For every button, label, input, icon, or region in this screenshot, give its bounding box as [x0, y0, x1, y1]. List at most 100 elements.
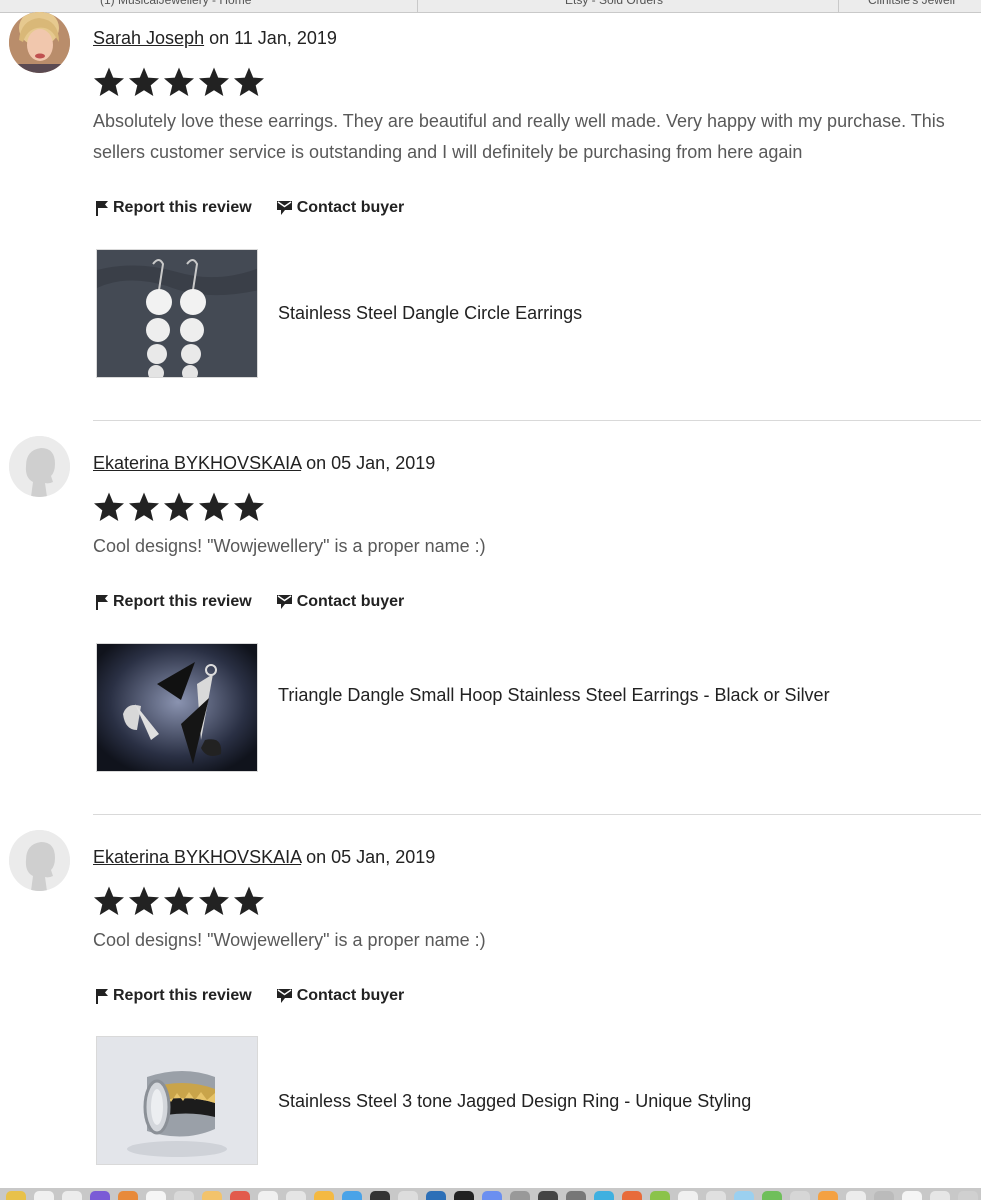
dock-app-icon[interactable]: [90, 1191, 110, 1200]
dock-app-icon[interactable]: [482, 1191, 502, 1200]
product-image-link[interactable]: [96, 1036, 258, 1165]
star-icon: [94, 67, 124, 96]
browser-tab[interactable]: (1) MusicalJewellery - Home: [100, 0, 400, 12]
dock-app-icon[interactable]: [734, 1191, 754, 1200]
dock-app-icon[interactable]: [510, 1191, 530, 1200]
star-rating: [93, 885, 265, 917]
product-image-link[interactable]: [96, 249, 258, 378]
flag-icon: [96, 989, 108, 1004]
dock-app-icon[interactable]: [174, 1191, 194, 1200]
contact-buyer-button[interactable]: Contact buyer: [276, 593, 405, 611]
star-icon: [164, 886, 194, 915]
dock-app-icon[interactable]: [146, 1191, 166, 1200]
dock-app-icon[interactable]: [426, 1191, 446, 1200]
review-actions: Report this review Contact buyer: [95, 987, 428, 1005]
avatar[interactable]: [9, 12, 70, 73]
dock-app-icon[interactable]: [958, 1191, 978, 1200]
default-avatar-icon: [9, 830, 70, 891]
report-review-label: Report this review: [113, 593, 252, 610]
dock-app-icon[interactable]: [286, 1191, 306, 1200]
star-icon: [129, 492, 159, 521]
report-review-label: Report this review: [113, 987, 252, 1004]
dock-app-icon[interactable]: [566, 1191, 586, 1200]
dock-app-icon[interactable]: [258, 1191, 278, 1200]
review-actions: Report this review Contact buyer: [95, 199, 428, 217]
review-text: Absolutely love these earrings. They are…: [93, 111, 945, 162]
contact-buyer-button[interactable]: Contact buyer: [276, 199, 405, 217]
reviewer-line: Ekaterina BYKHOVSKAIA on 05 Jan, 2019: [93, 453, 435, 474]
star-icon: [164, 67, 194, 96]
star-icon: [164, 492, 194, 521]
user-photo-icon: [9, 12, 70, 73]
star-icon: [199, 67, 229, 96]
dock-app-icon[interactable]: [314, 1191, 334, 1200]
dock-app-icon[interactable]: [34, 1191, 54, 1200]
dock-app-icon[interactable]: [678, 1191, 698, 1200]
review-date: on 05 Jan, 2019: [306, 453, 436, 473]
browser-tab[interactable]: Clinitsie's Jewell: [868, 0, 981, 12]
dock-app-icon[interactable]: [706, 1191, 726, 1200]
dock-app-icon[interactable]: [538, 1191, 558, 1200]
review-actions: Report this review Contact buyer: [95, 593, 428, 611]
contact-buyer-label: Contact buyer: [296, 593, 405, 610]
flag-icon: [96, 201, 108, 216]
reviewer-name-link[interactable]: Ekaterina BYKHOVSKAIA: [93, 453, 301, 473]
dock-app-icon[interactable]: [762, 1191, 782, 1200]
product-image-link[interactable]: [96, 643, 258, 772]
review-text: Cool designs! "Wowjewellery" is a proper…: [93, 536, 486, 556]
dock-app-icon[interactable]: [6, 1191, 26, 1200]
message-icon: [276, 201, 292, 215]
dock-app-icon[interactable]: [62, 1191, 82, 1200]
dock-app-icon[interactable]: [454, 1191, 474, 1200]
star-icon: [234, 492, 264, 521]
star-icon: [234, 886, 264, 915]
dock-app-icon[interactable]: [818, 1191, 838, 1200]
reviewer-name-link[interactable]: Sarah Joseph: [93, 28, 204, 48]
contact-buyer-button[interactable]: Contact buyer: [276, 987, 405, 1005]
dock-app-icon[interactable]: [370, 1191, 390, 1200]
star-icon: [94, 492, 124, 521]
report-review-label: Report this review: [113, 199, 252, 216]
contact-buyer-label: Contact buyer: [296, 199, 405, 216]
report-review-button[interactable]: Report this review: [95, 199, 252, 217]
report-review-button[interactable]: Report this review: [95, 593, 252, 611]
dock-app-icon[interactable]: [118, 1191, 138, 1200]
avatar[interactable]: [9, 436, 70, 497]
review-date: on 11 Jan, 2019: [209, 28, 337, 48]
ring-photo-icon: [97, 1037, 257, 1164]
dock-app-icon[interactable]: [594, 1191, 614, 1200]
star-icon: [199, 886, 229, 915]
dock-app-icon[interactable]: [342, 1191, 362, 1200]
dock-app-icon[interactable]: [622, 1191, 642, 1200]
dock-app-icon[interactable]: [230, 1191, 250, 1200]
star-rating: [93, 66, 265, 98]
reviewer-line: Ekaterina BYKHOVSKAIA on 05 Jan, 2019: [93, 847, 435, 868]
product-title-link[interactable]: Stainless Steel Dangle Circle Earrings: [278, 301, 838, 325]
os-dock: [0, 1188, 981, 1200]
product-title-link[interactable]: Stainless Steel 3 tone Jagged Design Rin…: [278, 1089, 838, 1113]
contact-buyer-label: Contact buyer: [296, 987, 405, 1004]
review-divider: [93, 814, 981, 815]
report-review-button[interactable]: Report this review: [95, 987, 252, 1005]
flag-icon: [96, 595, 108, 610]
dock-app-icon[interactable]: [790, 1191, 810, 1200]
message-icon: [276, 595, 292, 609]
star-icon: [129, 67, 159, 96]
dock-app-icon[interactable]: [930, 1191, 950, 1200]
dock-app-icon[interactable]: [846, 1191, 866, 1200]
avatar[interactable]: [9, 830, 70, 891]
dock-app-icon[interactable]: [874, 1191, 894, 1200]
star-icon: [199, 492, 229, 521]
default-avatar-icon: [9, 436, 70, 497]
reviewer-name-link[interactable]: Ekaterina BYKHOVSKAIA: [93, 847, 301, 867]
triangle-earrings-photo-icon: [97, 644, 257, 771]
review-date: on 05 Jan, 2019: [306, 847, 436, 867]
dock-app-icon[interactable]: [902, 1191, 922, 1200]
dock-app-icon[interactable]: [398, 1191, 418, 1200]
star-rating: [93, 491, 265, 523]
dock-app-icon[interactable]: [650, 1191, 670, 1200]
browser-tab[interactable]: Etsy - Sold Orders: [565, 0, 825, 12]
product-title-link[interactable]: Triangle Dangle Small Hoop Stainless Ste…: [278, 683, 838, 707]
review-text: Cool designs! "Wowjewellery" is a proper…: [93, 930, 486, 950]
dock-app-icon[interactable]: [202, 1191, 222, 1200]
